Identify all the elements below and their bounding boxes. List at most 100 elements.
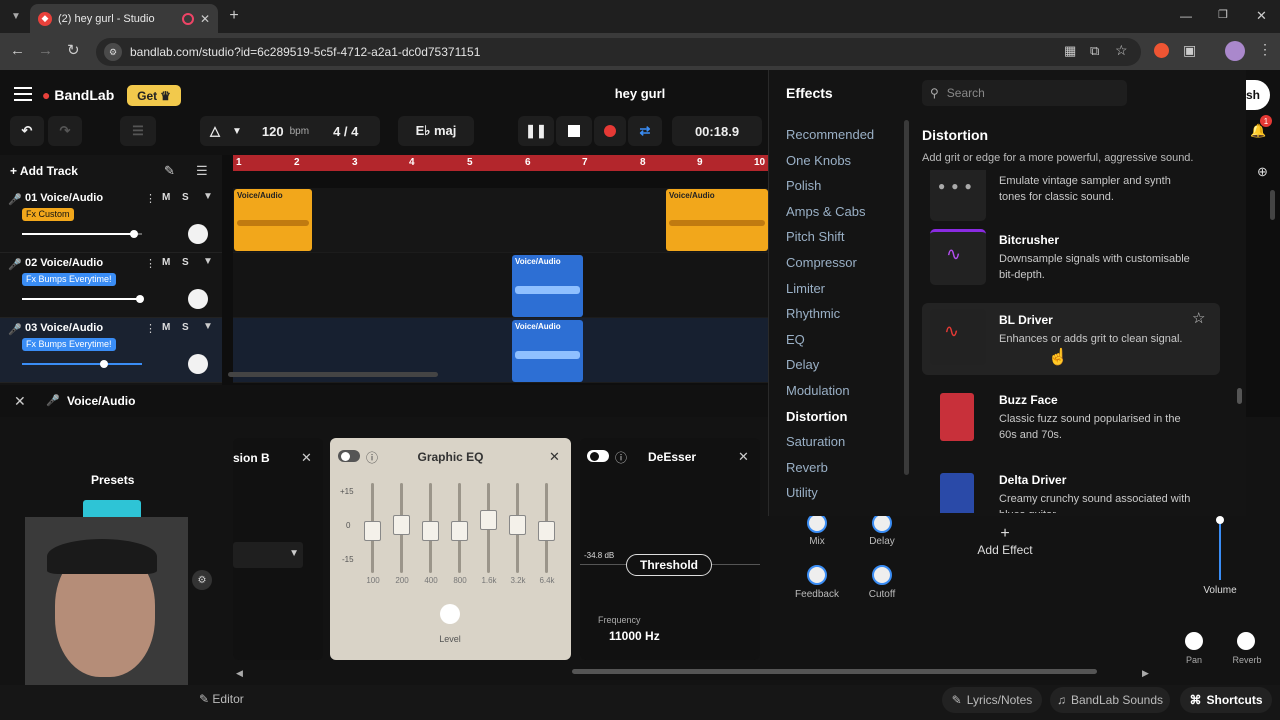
category-item[interactable]: Utility (786, 485, 818, 500)
track-row[interactable]: 🎤 01 Voice/Audio Fx Custom ⋮ M S ▼ (0, 188, 222, 253)
chevron-down-icon[interactable]: ▼ (203, 191, 213, 202)
delay-knob[interactable] (872, 513, 892, 533)
browser-menu-icon[interactable]: ⋮ (1258, 41, 1272, 58)
zoom-in-icon[interactable]: ⊕ (1257, 164, 1268, 180)
scroll-left-icon[interactable]: ◀ (236, 668, 243, 679)
site-info-icon[interactable]: ⚙ (104, 43, 122, 61)
vertical-scrollbar[interactable] (1270, 190, 1275, 220)
deesser-power-toggle[interactable] (587, 450, 609, 462)
volume-fader[interactable] (1216, 516, 1224, 580)
category-item[interactable]: Limiter (786, 281, 825, 296)
editor-tab[interactable]: ✎ Editor (199, 692, 244, 706)
timeline-ruler[interactable] (233, 155, 768, 171)
project-title[interactable]: hey gurl (560, 86, 720, 101)
feedback-knob[interactable] (807, 565, 827, 585)
chevron-down-icon[interactable]: ▼ (203, 256, 213, 267)
undo-button[interactable]: ↶ (10, 116, 44, 146)
eq-band-handle[interactable] (509, 515, 526, 535)
mixer-button[interactable]: ☰ (120, 116, 156, 146)
hamburger-menu-icon[interactable] (14, 87, 32, 101)
scroll-right-icon[interactable]: ▶ (1142, 668, 1149, 679)
track-row[interactable]: 🎤 02 Voice/Audio Fx Bumps Everytime! ⋮ M… (0, 253, 222, 318)
reading-mode-icon[interactable]: ▦ (1064, 43, 1076, 59)
level-knob[interactable] (440, 604, 460, 624)
redo-button[interactable]: ↷ (48, 116, 82, 146)
bandlab-sounds-button[interactable]: ♫ BandLab Sounds (1050, 687, 1170, 713)
category-item[interactable]: One Knobs (786, 153, 851, 168)
effects-search-input[interactable]: ⚲ Search (922, 80, 1127, 106)
track-menu-icon[interactable]: ⋮ (145, 257, 156, 270)
minimize-icon[interactable]: — (1180, 9, 1192, 23)
reverb-knob[interactable] (1237, 632, 1255, 650)
effect-item[interactable]: ∿ BL Driver Enhances or adds grit to cle… (922, 303, 1220, 375)
track-name[interactable]: 01 Voice/Audio (25, 192, 103, 204)
bookmark-star-icon[interactable]: ☆ (1115, 42, 1128, 59)
eq-band-handle[interactable] (480, 510, 497, 530)
track-lane[interactable] (233, 253, 768, 318)
volume-slider[interactable] (22, 230, 142, 238)
track-fx-badge[interactable]: Fx Bumps Everytime! (22, 273, 116, 286)
volume-handle[interactable] (100, 360, 108, 368)
track-row[interactable]: 🎤 03 Voice/Audio Fx Bumps Everytime! ⋮ M… (0, 318, 222, 383)
effect-item[interactable]: ●●● Emulate vintage sampler and synth to… (922, 170, 1220, 231)
category-item[interactable]: Saturation (786, 434, 845, 449)
audio-clip[interactable]: Voice/Audio (234, 189, 312, 251)
category-item[interactable]: Amps & Cabs (786, 204, 865, 219)
volume-fader-handle[interactable] (1216, 516, 1224, 524)
eq-band-handle[interactable] (364, 521, 381, 541)
mute-button[interactable]: M (162, 192, 170, 203)
track-name[interactable]: 02 Voice/Audio (25, 257, 103, 269)
metronome-dropdown-icon[interactable]: ▼ (232, 126, 242, 137)
pan-knob[interactable] (188, 289, 208, 309)
eq-band-handle[interactable] (451, 521, 468, 541)
mute-button[interactable]: M (162, 257, 170, 268)
horizontal-scrollbar[interactable] (228, 372, 438, 377)
category-item[interactable]: Recommended (786, 127, 874, 142)
install-app-icon[interactable]: ⧉ (1090, 43, 1099, 59)
eq-band-handle[interactable] (538, 521, 555, 541)
close-window-icon[interactable]: ✕ (1256, 8, 1267, 24)
magic-tool-icon[interactable]: ✎ (164, 163, 175, 179)
solo-button[interactable]: S (182, 257, 189, 268)
category-item[interactable]: Rhythmic (786, 306, 840, 321)
solo-button[interactable]: S (182, 322, 189, 333)
stop-button[interactable] (556, 116, 592, 146)
solo-button[interactable]: S (182, 192, 189, 203)
pause-button[interactable]: ❚❚ (518, 116, 554, 146)
effect-item[interactable]: ∿ Bitcrusher Downsample signals with cus… (922, 223, 1220, 295)
key-selector[interactable]: E♭ maj (398, 116, 474, 146)
category-item[interactable]: Distortion (786, 409, 847, 424)
url-field[interactable]: ⚙ bandlab.com/studio?id=6c289519-5c5f-47… (96, 38, 1141, 66)
chevron-down-icon[interactable]: ▼ (203, 321, 213, 332)
track-fx-badge[interactable]: Fx Bumps Everytime! (22, 338, 116, 351)
new-tab-icon[interactable]: + (226, 7, 242, 24)
mute-button[interactable]: M (162, 322, 170, 333)
close-tab-icon[interactable]: ✕ (200, 12, 210, 26)
add-effect-button[interactable]: + Add Effect (940, 525, 1070, 557)
audio-clip[interactable]: Voice/Audio (666, 189, 768, 251)
volume-slider[interactable] (22, 295, 144, 303)
get-membership-button[interactable]: Get ♛ (127, 85, 181, 106)
presets-label[interactable]: Presets (91, 473, 134, 487)
pan-knob[interactable] (188, 354, 208, 374)
volume-handle[interactable] (136, 295, 144, 303)
frequency-value[interactable]: 11000 Hz (609, 629, 660, 643)
forward-icon[interactable]: → (38, 42, 53, 59)
pan-knob[interactable] (1185, 632, 1203, 650)
time-signature[interactable]: 4 / 4 (333, 124, 358, 139)
threshold-control[interactable]: Threshold (626, 554, 712, 576)
fx-side-icon[interactable]: ⚙ (192, 570, 212, 590)
add-track-button[interactable]: + Add Track (10, 164, 78, 178)
category-item[interactable]: Compressor (786, 255, 857, 270)
category-item[interactable]: Delay (786, 357, 819, 372)
volume-handle[interactable] (130, 230, 138, 238)
favorite-star-icon[interactable]: ☆ (1192, 309, 1205, 327)
preset-dropdown[interactable]: ▼ (233, 542, 303, 568)
track-menu-icon[interactable]: ⋮ (145, 192, 156, 205)
track-settings-icon[interactable]: ☰ (196, 163, 208, 179)
lyrics-notes-button[interactable]: ✎ Lyrics/Notes (942, 687, 1042, 713)
close-panel-icon[interactable]: ✕ (301, 450, 312, 466)
fx-horizontal-scrollbar[interactable] (572, 669, 1097, 674)
record-button[interactable] (594, 116, 626, 146)
category-item[interactable]: EQ (786, 332, 805, 347)
